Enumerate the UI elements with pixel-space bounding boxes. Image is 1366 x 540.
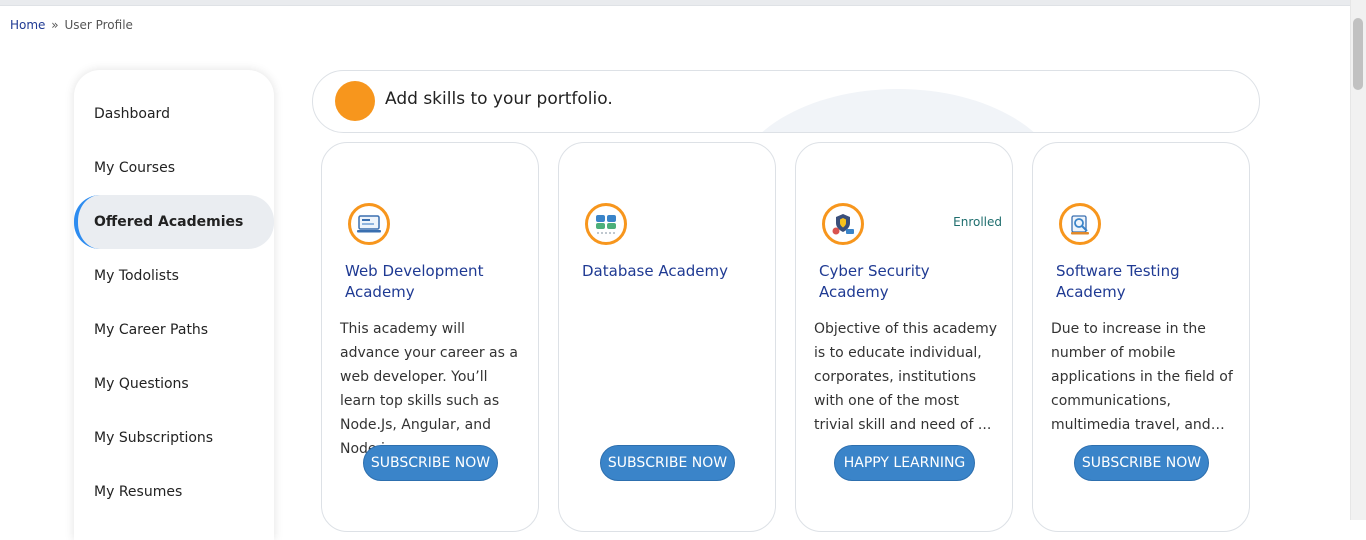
top-bar (0, 0, 1350, 6)
academy-card-software-testing: Software Testing Academy Due to increase… (1032, 142, 1250, 532)
banner-dot-icon (335, 81, 375, 121)
portfolio-banner: Add skills to your portfolio. (312, 70, 1260, 133)
software-testing-icon (1059, 203, 1101, 245)
card-title[interactable]: Software Testing Academy (1056, 261, 1236, 303)
academy-card-cyber-security: Enrolled Cyber Security Academy Objectiv… (795, 142, 1013, 532)
breadcrumb-separator: » (51, 18, 59, 32)
enrolled-status-badge: Enrolled (953, 215, 1002, 229)
sidebar-item-my-courses[interactable]: My Courses (74, 141, 274, 195)
web-development-icon (348, 203, 390, 245)
page-scrollbar[interactable] (1350, 0, 1366, 520)
sidebar-item-my-resumes[interactable]: My Resumes (74, 465, 274, 519)
sidebar-item-my-todolists[interactable]: My Todolists (74, 249, 274, 303)
sidebar-item-my-subscriptions[interactable]: My Subscriptions (74, 411, 274, 465)
card-title[interactable]: Cyber Security Academy (819, 261, 999, 303)
subscribe-now-button[interactable]: SUBSCRIBE NOW (600, 445, 735, 481)
subscribe-now-button[interactable]: SUBSCRIBE NOW (363, 445, 498, 481)
academy-card-web-development: Web Development Academy This academy wil… (321, 142, 539, 532)
scrollbar-thumb[interactable] (1353, 18, 1363, 90)
breadcrumb-current: User Profile (64, 18, 133, 32)
card-title[interactable]: Web Development Academy (345, 261, 525, 303)
academy-card-database: Database Academy SUBSCRIBE NOW (558, 142, 776, 532)
banner-decoration (733, 89, 1063, 132)
sidebar-item-dashboard[interactable]: Dashboard (74, 87, 274, 141)
card-description: Objective of this academy is to educate … (814, 321, 998, 433)
card-description: This academy will advance your career as… (340, 321, 518, 457)
sidebar-item-offered-academies[interactable]: Offered Academies (74, 195, 274, 249)
breadcrumb: Home » User Profile (10, 18, 133, 32)
breadcrumb-home-link[interactable]: Home (10, 18, 45, 32)
database-icon (585, 203, 627, 245)
sidebar-item-my-career-paths[interactable]: My Career Paths (74, 303, 274, 357)
banner-text: Add skills to your portfolio. (385, 89, 613, 109)
card-title[interactable]: Database Academy (582, 261, 762, 282)
profile-sidebar: Dashboard My Courses Offered Academies M… (74, 70, 274, 540)
card-description: Due to increase in the number of mobile … (1051, 321, 1233, 433)
cyber-security-icon (822, 203, 864, 245)
happy-learning-button[interactable]: HAPPY LEARNING (834, 445, 975, 481)
sidebar-item-my-questions[interactable]: My Questions (74, 357, 274, 411)
subscribe-now-button[interactable]: SUBSCRIBE NOW (1074, 445, 1209, 481)
